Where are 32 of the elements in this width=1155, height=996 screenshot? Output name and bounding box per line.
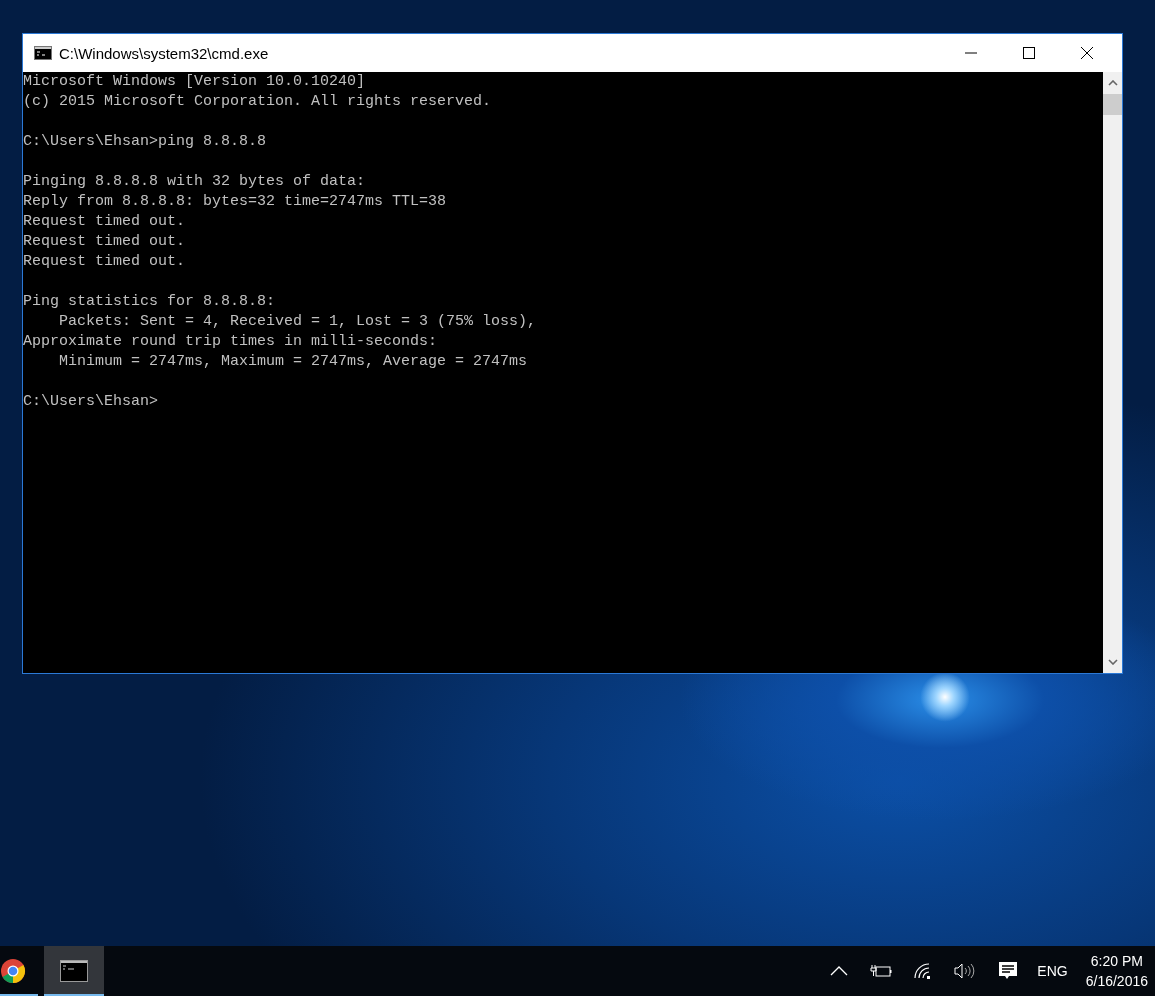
console-line: Request timed out. — [23, 232, 186, 252]
console-line: Pinging 8.8.8.8 with 32 bytes of data: — [23, 172, 366, 192]
console-line: Approximate round trip times in milli-seconds: — [23, 332, 438, 352]
console-icon — [34, 46, 52, 60]
clock-time: 6:20 PM — [1090, 952, 1143, 971]
window-title: C:\Windows\system32\cmd.exe — [59, 44, 270, 62]
console-line: (c) 2015 Microsoft Corporation. All rights reserved. — [23, 92, 492, 112]
console-line: C:\Users\Ehsan>ping 8.8.8.8 — [23, 132, 267, 152]
browser-icon — [0, 958, 26, 984]
wifi-icon[interactable] — [914, 963, 933, 979]
chevron-up-icon[interactable] — [830, 966, 849, 976]
speaker-icon[interactable] — [954, 963, 977, 979]
battery-plug-icon[interactable] — [870, 964, 893, 978]
clock[interactable]: 6:20 PM 6/16/2016 — [1085, 951, 1148, 991]
console-line: Reply from 8.8.8.8: bytes=32 time=2747ms TTL=38 — [23, 192, 447, 212]
language-indicator[interactable]: ENG — [1037, 963, 1068, 979]
maximize-icon — [1023, 47, 1035, 59]
scroll-down-icon[interactable] — [1107, 659, 1118, 665]
console-line: Microsoft Windows [Version 10.0.10240] — [23, 72, 366, 92]
console-line: Minimum = 2747ms, Maximum = 2747ms, Average = 2747ms — [58, 352, 528, 372]
console-line: C:\Users\Ehsan> — [23, 392, 159, 412]
console-line: Ping statistics for 8.8.8.8: — [23, 292, 276, 312]
notification-icon[interactable] — [998, 961, 1019, 981]
close-icon — [1081, 47, 1093, 59]
scroll-up-icon[interactable] — [1107, 80, 1118, 86]
taskbar-app-button[interactable] — [44, 946, 104, 996]
console-line: Packets: Sent = 4, Received = 1, Lost = 3 (75% loss), — [58, 312, 537, 332]
console-line: Request timed out. — [23, 212, 186, 232]
console-line: Request timed out. — [23, 252, 186, 272]
console-icon — [60, 960, 88, 982]
scrollbar-thumb[interactable] — [1103, 94, 1122, 115]
clock-date: 6/16/2016 — [1085, 972, 1148, 991]
